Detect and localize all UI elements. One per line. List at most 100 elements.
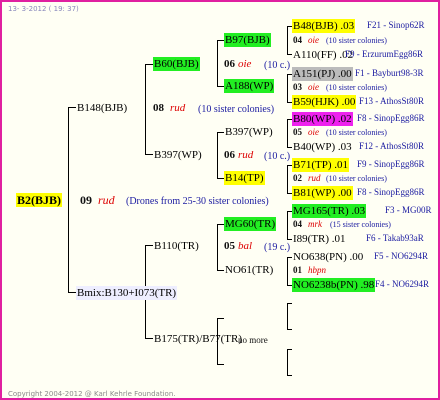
b14-queen[interactable]: B14(TP) <box>224 171 265 185</box>
b60-queen[interactable]: B60(BJB) <box>153 57 200 71</box>
g4-a151-tag: F1 - Bayburt98-3R <box>355 68 424 78</box>
sire-breed: rud <box>170 102 186 114</box>
g4-no638-tag: F5 - NO6294R <box>374 251 429 261</box>
g4-year: 02 <box>293 173 302 183</box>
g4-year: 03 <box>293 82 302 92</box>
g4-b80-tag: F8 - SinopEgg86R <box>357 113 425 123</box>
g4-year: 04 <box>293 219 302 229</box>
b110-year: 05 <box>224 240 235 252</box>
no-more-label: no more <box>238 335 268 345</box>
g4-year: 04 <box>293 35 302 45</box>
g4-mg165[interactable]: MG165(TR) .03 <box>292 204 367 218</box>
g4-b59-tag: F13 - AthosSt80R <box>359 96 425 106</box>
empty-bracket-line <box>287 303 288 329</box>
g4-note: (10 sister colonies) <box>326 83 387 92</box>
b60-note: (10 c.) <box>264 60 291 71</box>
line <box>145 154 153 155</box>
b110-note: (19 c.) <box>264 242 291 253</box>
g4-i89[interactable]: I89(TR) .01 <box>292 232 347 246</box>
line <box>217 178 224 179</box>
g4-a151[interactable]: A151(PJ) .00 <box>292 67 353 81</box>
line <box>217 86 224 87</box>
g4-note: (10 sister colonies) <box>326 128 387 137</box>
g4-mg165-tag: F3 - MG00R <box>385 205 432 215</box>
g4-no6238b-tag: F4 - NO6294R <box>375 279 430 289</box>
sire-bracket-line <box>145 64 146 154</box>
copyright-footer: Copyright 2004-2012 @ Karl Kehrle Founda… <box>8 390 176 398</box>
g4-b71-tag: F9 - SinopEgg86R <box>357 159 425 169</box>
line <box>287 119 288 147</box>
g4-b40-tag: F12 - AthosSt80R <box>359 141 425 151</box>
line <box>287 26 288 54</box>
sire-queen[interactable]: B148(BJB) <box>76 101 128 115</box>
g4-note: (10 sister colonies) <box>326 36 387 45</box>
g4-breed: rud <box>308 173 321 183</box>
b397-note: (10 c.) <box>264 151 291 162</box>
g4-year: 05 <box>293 127 302 137</box>
b60-bracket-line <box>217 40 218 86</box>
line <box>287 329 292 330</box>
b397-year: 06 <box>224 149 235 161</box>
root-queen[interactable]: B2(BJB) <box>16 193 63 207</box>
line <box>145 64 153 65</box>
b110-queen[interactable]: B110(TR) <box>153 239 200 253</box>
g4-no6238b[interactable]: NO6238b(PN) .98 <box>292 278 376 292</box>
line <box>217 40 224 41</box>
line <box>217 270 224 271</box>
line <box>287 349 292 350</box>
no61-queen[interactable]: NO61(TR) <box>224 263 274 277</box>
b110-bracket-line <box>217 224 218 270</box>
sire-note: (10 sister colonies) <box>198 104 275 115</box>
line <box>287 375 292 376</box>
g4-breed: oie <box>308 82 319 92</box>
g4-b71[interactable]: B71(TP) .01 <box>292 158 349 172</box>
g4-breed: hbpn <box>308 265 326 275</box>
root-note: (Drones from 25-30 sister colonies) <box>126 196 269 207</box>
line <box>287 165 288 193</box>
g4-note: (10 sister colonies) <box>326 174 387 183</box>
line <box>217 318 224 319</box>
line <box>217 224 224 225</box>
a188-queen[interactable]: A188(WP) <box>224 79 275 93</box>
g4-b81-tag: F8 - SinopEgg86R <box>357 187 425 197</box>
dam-queen[interactable]: Bmix:B130+I073(TR) <box>76 286 178 300</box>
line <box>68 292 76 293</box>
g4-breed: mrk <box>308 219 322 229</box>
b175-queen[interactable]: B175(TR)/B77(TR) <box>153 332 243 346</box>
line <box>287 303 292 304</box>
g4-b48-tag: F21 - Sinop62R <box>367 20 425 30</box>
date-header: 13- 3-2012 ( 19: 37) <box>8 5 79 13</box>
g4-no638[interactable]: NO638(PN) .00 <box>292 250 364 264</box>
line <box>145 338 153 339</box>
b110-breed: bal <box>238 240 253 252</box>
b397-parent[interactable]: B397(WP) <box>153 148 203 162</box>
line <box>145 245 153 246</box>
g4-i89-tag: F6 - Takab93aR <box>366 233 424 243</box>
line <box>287 74 288 102</box>
line <box>217 132 224 133</box>
g4-b40[interactable]: B40(WP) .03 <box>292 140 353 154</box>
line <box>287 257 288 285</box>
g4-b48[interactable]: B48(BJB) .03 <box>292 19 356 33</box>
g4-b81[interactable]: B81(WP) .00 <box>292 186 353 200</box>
g4-b80[interactable]: B80(WP) .02 <box>292 112 353 126</box>
b97-queen[interactable]: B97(BJB) <box>224 33 271 47</box>
root-breed: rud <box>98 193 115 207</box>
b397-bracket-line <box>217 132 218 178</box>
line <box>68 107 76 108</box>
b60-year: 06 <box>224 58 235 70</box>
empty-bracket-line <box>287 349 288 375</box>
root-year: 09 <box>80 193 92 207</box>
line <box>217 364 224 365</box>
g4-a110-tag: F9 - ErzurumEgg86R <box>345 49 423 59</box>
root-bracket-line <box>68 107 69 292</box>
b397-breed: rud <box>238 149 254 161</box>
g4-breed: oie <box>308 35 319 45</box>
g4-b59[interactable]: B59(HJK) .00 <box>292 95 357 109</box>
g4-breed: oie <box>308 127 319 137</box>
mg60-queen[interactable]: MG60(TR) <box>224 217 277 231</box>
g4-note: (15 sister colonies) <box>330 220 391 229</box>
pedigree-frame: 13- 3-2012 ( 19: 37) B2(BJB) 09 rud (Dro… <box>0 0 440 400</box>
b397-queen[interactable]: B397(WP) <box>224 125 274 139</box>
sire-year: 08 <box>153 102 164 114</box>
